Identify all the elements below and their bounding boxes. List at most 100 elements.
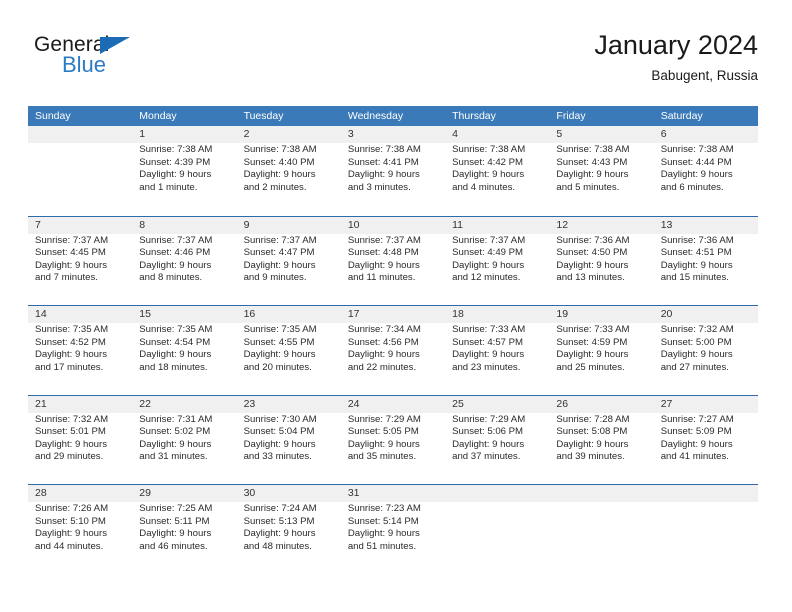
day-cell[interactable]: 11 Sunrise: 7:37 AM Sunset: 4:49 PM Dayligh… <box>445 217 549 306</box>
day-cell[interactable]: 17 Sunrise: 7:34 AM Sunset: 4:56 PM Dayligh… <box>341 306 445 395</box>
day-cell[interactable]: 2 Sunrise: 7:38 AM Sunset: 4:40 PM Daylight… <box>237 126 341 216</box>
weekday-header-friday: Friday <box>556 110 586 122</box>
week-days: 21 Sunrise: 7:32 AM Sunset: 5:01 PM Dayligh… <box>28 396 758 485</box>
daylight-text-line1: Daylight: 9 hours <box>347 259 420 271</box>
sunrise-text: Sunrise: 7:33 AM <box>556 324 630 335</box>
day-number: 10 <box>347 218 360 231</box>
day-cell[interactable]: 25 Sunrise: 7:29 AM Sunset: 5:06 PM Dayligh… <box>445 396 549 485</box>
day-cell[interactable]: 5 Sunrise: 7:38 AM Sunset: 4:43 PM Daylight… <box>549 126 653 216</box>
day-cell[interactable]: 30 Sunrise: 7:24 AM Sunset: 5:13 PM Dayligh… <box>237 485 341 574</box>
page-subtitle-location: Babugent, Russia <box>651 68 758 84</box>
day-number: 7 <box>35 218 41 231</box>
day-cell[interactable]: 23 Sunrise: 7:30 AM Sunset: 5:04 PM Dayligh… <box>237 396 341 485</box>
day-cell[interactable]: 31 Sunrise: 7:23 AM Sunset: 5:14 PM Dayligh… <box>341 485 445 574</box>
day-number: 2 <box>243 128 250 140</box>
sunset-text: Sunset: 4:59 PM <box>556 336 628 348</box>
day-details: Sunrise: 7:33 AM Sunset: 4:57 PM Daylight:… <box>452 324 543 374</box>
day-details: Sunrise: 7:29 AM Sunset: 5:05 PM Daylight:… <box>348 414 439 464</box>
day-cell[interactable]: 14 Sunrise: 7:35 AM Sunset: 4:52 PM Dayligh… <box>28 306 132 395</box>
day-cell[interactable]: 28 Sunrise: 7:26 AM Sunset: 5:10 PM Dayligh… <box>28 485 132 574</box>
day-cell[interactable]: 20 Sunrise: 7:32 AM Sunset: 5:00 PM Dayligh… <box>654 306 758 395</box>
daylight-text-line1: Daylight: 9 hours <box>556 438 629 450</box>
day-number: 5 <box>556 128 563 140</box>
day-number <box>661 485 752 502</box>
daylight-text-line2: and 33 minutes. <box>243 451 312 463</box>
sunrise-text: Sunrise: 7:23 AM <box>347 503 421 514</box>
day-details: Sunrise: 7:27 AM Sunset: 5:09 PM Daylight:… <box>661 414 752 464</box>
day-number: 8 <box>139 218 146 231</box>
sunset-text: Sunset: 4:45 PM <box>35 247 106 259</box>
day-number <box>452 485 543 502</box>
daylight-text-line1: Daylight: 9 hours <box>139 349 212 361</box>
daylight-text-line2: and 20 minutes. <box>243 361 312 373</box>
day-cell[interactable]: 24 Sunrise: 7:29 AM Sunset: 5:05 PM Dayligh… <box>341 396 445 485</box>
sunset-text: Sunset: 5:01 PM <box>35 426 106 438</box>
day-cell[interactable]: 15 Sunrise: 7:35 AM Sunset: 4:54 PM Dayligh… <box>132 306 236 395</box>
daylight-text-line1: Daylight: 9 hours <box>556 169 629 181</box>
weekday-header-row: Sunday Monday Tuesday Wednesday Thursday Frid… <box>28 106 758 126</box>
week-days: 7 Sunrise: 7:37 AM Sunset: 4:45 PM Daylight… <box>28 217 758 306</box>
day-details: Sunrise: 7:29 AM Sunset: 5:06 PM Daylight:… <box>452 414 543 464</box>
day-cell[interactable]: 3 Sunrise: 7:38 AM Sunset: 4:41 PM Daylight… <box>341 126 445 216</box>
day-details: Sunrise: 7:38 AM Sunset: 4:39 PM Daylight:… <box>139 144 230 194</box>
daylight-text-line1: Daylight: 9 hours <box>347 349 420 361</box>
day-number: 25 <box>452 397 464 410</box>
day-cell[interactable]: 12 Sunrise: 7:36 AM Sunset: 4:50 PM Dayligh… <box>549 217 653 306</box>
day-cell-empty <box>445 485 549 574</box>
weekday-header-saturday: Saturday <box>660 110 703 122</box>
daylight-text-line2: and 37 minutes. <box>452 451 521 463</box>
day-cell[interactable]: 29 Sunrise: 7:25 AM Sunset: 5:11 PM Dayligh… <box>132 485 236 574</box>
week-days: 14 Sunrise: 7:35 AM Sunset: 4:52 PM Dayligh… <box>28 306 758 395</box>
day-cell[interactable]: 9 Sunrise: 7:37 AM Sunset: 4:47 PM Daylight… <box>237 217 341 306</box>
daylight-text-line1: Daylight: 9 hours <box>35 528 107 540</box>
day-cell[interactable]: 10 Sunrise: 7:37 AM Sunset: 4:48 PM Dayligh… <box>341 217 445 306</box>
day-cell[interactable]: 13 Sunrise: 7:36 AM Sunset: 4:51 PM Dayligh… <box>654 217 758 306</box>
day-cell[interactable]: 27 Sunrise: 7:27 AM Sunset: 5:09 PM Dayligh… <box>654 396 758 485</box>
daylight-text-line1: Daylight: 9 hours <box>556 259 629 271</box>
daylight-text-line2: and 7 minutes. <box>35 272 98 284</box>
sunrise-text: Sunrise: 7:35 AM <box>35 324 109 335</box>
day-cell[interactable]: 16 Sunrise: 7:35 AM Sunset: 4:55 PM Dayligh… <box>237 306 341 395</box>
day-cell[interactable]: 18 Sunrise: 7:33 AM Sunset: 4:57 PM Dayligh… <box>445 306 549 395</box>
daylight-text-line1: Daylight: 9 hours <box>243 349 316 361</box>
daylight-text-line2: and 1 minute. <box>139 181 198 193</box>
daylight-text-line1: Daylight: 9 hours <box>35 438 107 450</box>
general-blue-logo[interactable]: General Blue <box>34 34 204 90</box>
daylight-text-line2: and 15 minutes. <box>660 272 729 284</box>
sunrise-text: Sunrise: 7:38 AM <box>452 144 526 155</box>
calendar-week-row: 1 Sunrise: 7:38 AM Sunset: 4:39 PM Daylight… <box>28 126 758 216</box>
day-details: Sunrise: 7:33 AM Sunset: 4:59 PM Daylight:… <box>556 324 647 374</box>
sunset-text: Sunset: 5:06 PM <box>452 426 524 438</box>
day-details: Sunrise: 7:35 AM Sunset: 4:54 PM Daylight:… <box>139 324 230 374</box>
daylight-text-line1: Daylight: 9 hours <box>452 259 525 271</box>
day-cell[interactable]: 7 Sunrise: 7:37 AM Sunset: 4:45 PM Daylight… <box>28 217 132 306</box>
weekday-header-monday: Monday <box>139 110 177 122</box>
daylight-text-line2: and 17 minutes. <box>35 361 104 373</box>
day-number: 1 <box>139 128 146 140</box>
daylight-text-line1: Daylight: 9 hours <box>243 259 316 271</box>
day-details: Sunrise: 7:38 AM Sunset: 4:43 PM Daylight:… <box>556 144 647 194</box>
day-cell[interactable]: 4 Sunrise: 7:38 AM Sunset: 4:42 PM Daylight… <box>445 126 549 216</box>
day-cell[interactable]: 19 Sunrise: 7:33 AM Sunset: 4:59 PM Dayligh… <box>549 306 653 395</box>
day-cell[interactable]: 22 Sunrise: 7:31 AM Sunset: 5:02 PM Dayligh… <box>132 396 236 485</box>
sunrise-text: Sunrise: 7:28 AM <box>556 413 630 425</box>
day-details: Sunrise: 7:34 AM Sunset: 4:56 PM Daylight:… <box>348 324 439 374</box>
day-number: 20 <box>660 308 673 320</box>
day-cell[interactable]: 1 Sunrise: 7:38 AM Sunset: 4:39 PM Daylight… <box>132 126 236 216</box>
day-cell[interactable]: 8 Sunrise: 7:37 AM Sunset: 4:46 PM Daylight… <box>132 217 236 306</box>
sunset-text: Sunset: 5:11 PM <box>139 515 210 527</box>
day-cell[interactable]: 21 Sunrise: 7:32 AM Sunset: 5:01 PM Dayligh… <box>28 396 132 485</box>
calendar-week-row: 7 Sunrise: 7:37 AM Sunset: 4:45 PM Daylight… <box>28 215 758 306</box>
logo-text-blue: Blue <box>62 52 107 77</box>
daylight-text-line1: Daylight: 9 hours <box>660 349 733 361</box>
day-details: Sunrise: 7:24 AM Sunset: 5:13 PM Daylight:… <box>244 503 335 553</box>
calendar-weeks: 1 Sunrise: 7:38 AM Sunset: 4:39 PM Daylight… <box>28 126 758 574</box>
day-number: 12 <box>556 218 569 231</box>
sunset-text: Sunset: 4:39 PM <box>139 156 211 168</box>
day-cell-empty <box>549 485 653 574</box>
day-cell[interactable]: 26 Sunrise: 7:28 AM Sunset: 5:08 PM Dayligh… <box>549 396 653 485</box>
day-details: Sunrise: 7:28 AM Sunset: 5:08 PM Daylight:… <box>556 414 647 464</box>
daylight-text-line1: Daylight: 9 hours <box>660 259 733 271</box>
sunrise-text: Sunrise: 7:38 AM <box>556 144 630 155</box>
day-cell[interactable]: 6 Sunrise: 7:38 AM Sunset: 4:44 PM Daylight… <box>654 126 758 216</box>
